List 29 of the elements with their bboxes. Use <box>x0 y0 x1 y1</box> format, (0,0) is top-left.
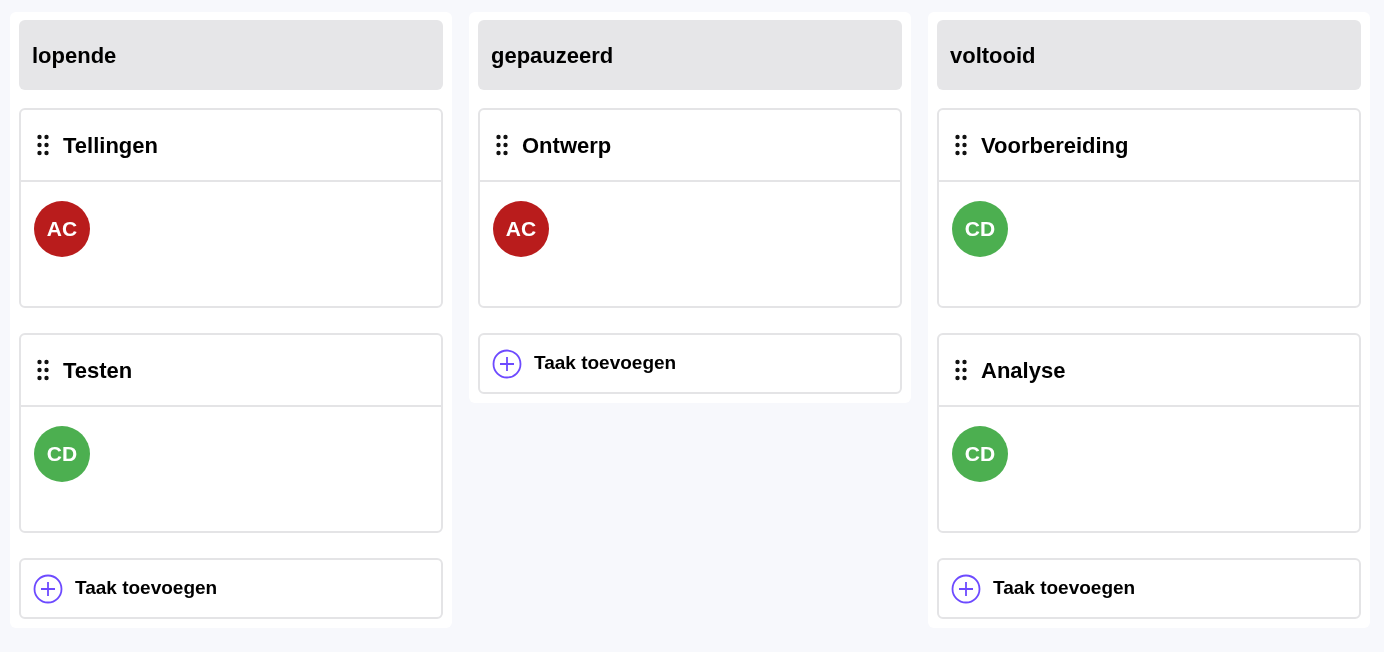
drag-handle-icon[interactable] <box>955 359 967 381</box>
card-title: Voorbereiding <box>981 131 1129 160</box>
card-title: Analyse <box>981 356 1066 385</box>
avatar: AC <box>34 201 90 257</box>
task-card[interactable]: Testen CD <box>19 333 443 533</box>
plus-circle-icon <box>492 348 522 379</box>
column-header: gepauzeerd <box>478 20 902 90</box>
task-card[interactable]: Ontwerp AC <box>478 108 902 308</box>
task-card[interactable]: Voorbereiding CD <box>937 108 1361 308</box>
drag-handle-icon[interactable] <box>37 359 49 381</box>
card-title: Tellingen <box>63 131 158 160</box>
plus-circle-icon <box>33 573 63 604</box>
card-title: Testen <box>63 356 133 385</box>
drag-handle-icon[interactable] <box>37 134 49 156</box>
column-header: lopende <box>19 20 443 90</box>
column-header: voltooid <box>937 20 1361 90</box>
drag-handle-icon[interactable] <box>496 134 508 156</box>
add-task-button[interactable]: Taak toevoegen <box>937 558 1361 619</box>
avatar: AC <box>493 201 549 257</box>
add-task-button[interactable]: Taak toevoegen <box>478 333 902 394</box>
card-title: Ontwerp <box>522 131 612 160</box>
task-card[interactable]: Analyse CD <box>937 333 1361 533</box>
avatar: CD <box>34 426 90 482</box>
avatar: CD <box>952 426 1008 482</box>
add-task-button[interactable]: Taak toevoegen <box>19 558 443 619</box>
drag-handle-icon[interactable] <box>955 134 967 156</box>
task-card[interactable]: Tellingen AC <box>19 108 443 308</box>
avatar: CD <box>952 201 1008 257</box>
plus-circle-icon <box>951 573 981 604</box>
